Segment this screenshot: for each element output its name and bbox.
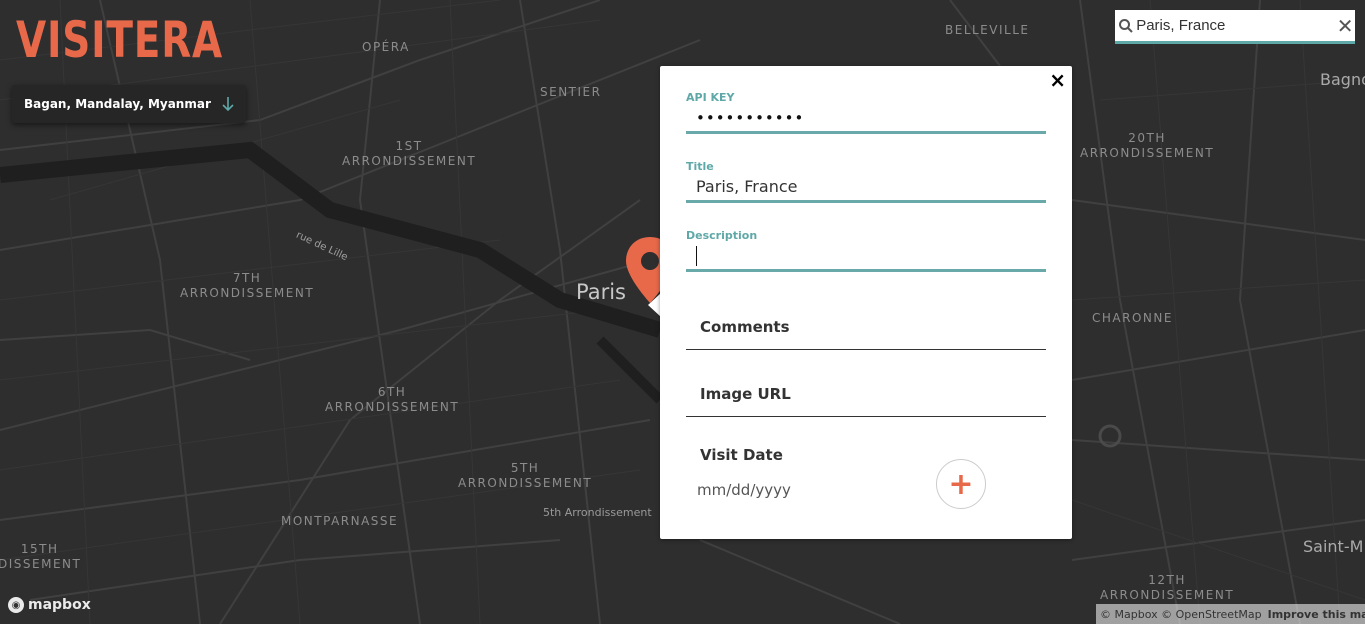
map-label-20th-arr: 20TH ARRONDISSEMENT	[1080, 131, 1215, 160]
close-icon[interactable]: ×	[1049, 69, 1066, 91]
description-input[interactable]	[686, 242, 1046, 272]
visit-date-label: Visit Date	[700, 446, 783, 464]
clear-icon[interactable]: ✕	[1335, 11, 1355, 41]
map-label-1st-arr: 1ST ARRONDISSEMENT	[342, 139, 477, 168]
text-caret	[696, 245, 697, 266]
map-label-bagno: Bagno	[1320, 70, 1365, 89]
map-label-5th-arr: 5TH ARRONDISSEMENT	[458, 461, 593, 490]
map-label-saint-m: Saint-M	[1303, 537, 1364, 556]
map-label-5th-arrondissement: 5th Arrondissement	[543, 506, 652, 519]
attribution-text[interactable]: © Mapbox © OpenStreetMap	[1100, 608, 1262, 621]
city-label-paris: Paris	[576, 280, 626, 304]
mapbox-logo[interactable]: ◉ mapbox	[8, 597, 91, 613]
map-label-montparnasse: MONTPARNASSE	[281, 514, 399, 528]
search-icon	[1115, 11, 1136, 41]
app-logo: VISITERA	[16, 11, 223, 69]
comments-input[interactable]: Comments	[686, 304, 1046, 350]
place-select-value: Bagan, Mandalay, Myanmar	[24, 97, 211, 111]
improve-map-link[interactable]: Improve this map	[1268, 608, 1365, 621]
add-entry-button[interactable]: +	[936, 459, 986, 509]
title-label: Title	[686, 160, 714, 173]
map-attribution: © Mapbox © OpenStreetMap Improve this ma…	[1096, 604, 1365, 624]
api-key-field: API KEY •••••••••••	[686, 91, 1046, 134]
map-label-opera: OPÉRA	[362, 40, 410, 54]
entry-form-popup: × API KEY ••••••••••• Title Paris, Franc…	[660, 66, 1072, 539]
title-field: Title Paris, France	[686, 160, 1046, 203]
place-select-dropdown[interactable]: Bagan, Mandalay, Myanmar	[12, 85, 246, 123]
description-label: Description	[686, 229, 758, 242]
map-label-sentier: SENTIER	[540, 85, 602, 99]
arrow-down-icon	[222, 97, 234, 112]
api-key-input[interactable]: •••••••••••	[686, 104, 1046, 134]
map-label-belleville: BELLEVILLE	[945, 23, 1030, 37]
map-label-charonne: CHARONNE	[1092, 311, 1173, 325]
search-input[interactable]	[1136, 17, 1336, 34]
map-label-7th-arr: 7TH ARRONDISSEMENT	[180, 271, 315, 300]
description-field: Description	[686, 229, 1046, 272]
image-url-input[interactable]: Image URL	[686, 371, 1046, 417]
map-label-6th-arr: 6TH ARRONDISSEMENT	[325, 385, 460, 414]
map-label-15th-arr: 15TH DISSEMENT	[0, 542, 82, 571]
mapbox-icon: ◉	[8, 597, 24, 613]
title-input[interactable]: Paris, France	[686, 173, 1046, 203]
mapbox-wordmark: mapbox	[28, 597, 91, 613]
map-label-12th-arr: 12TH ARRONDISSEMENT	[1100, 573, 1235, 602]
visit-date-input[interactable]: mm/dd/yyyy	[697, 481, 791, 499]
geocoder-search[interactable]: ✕	[1115, 10, 1355, 44]
api-key-label: API KEY	[686, 91, 735, 104]
